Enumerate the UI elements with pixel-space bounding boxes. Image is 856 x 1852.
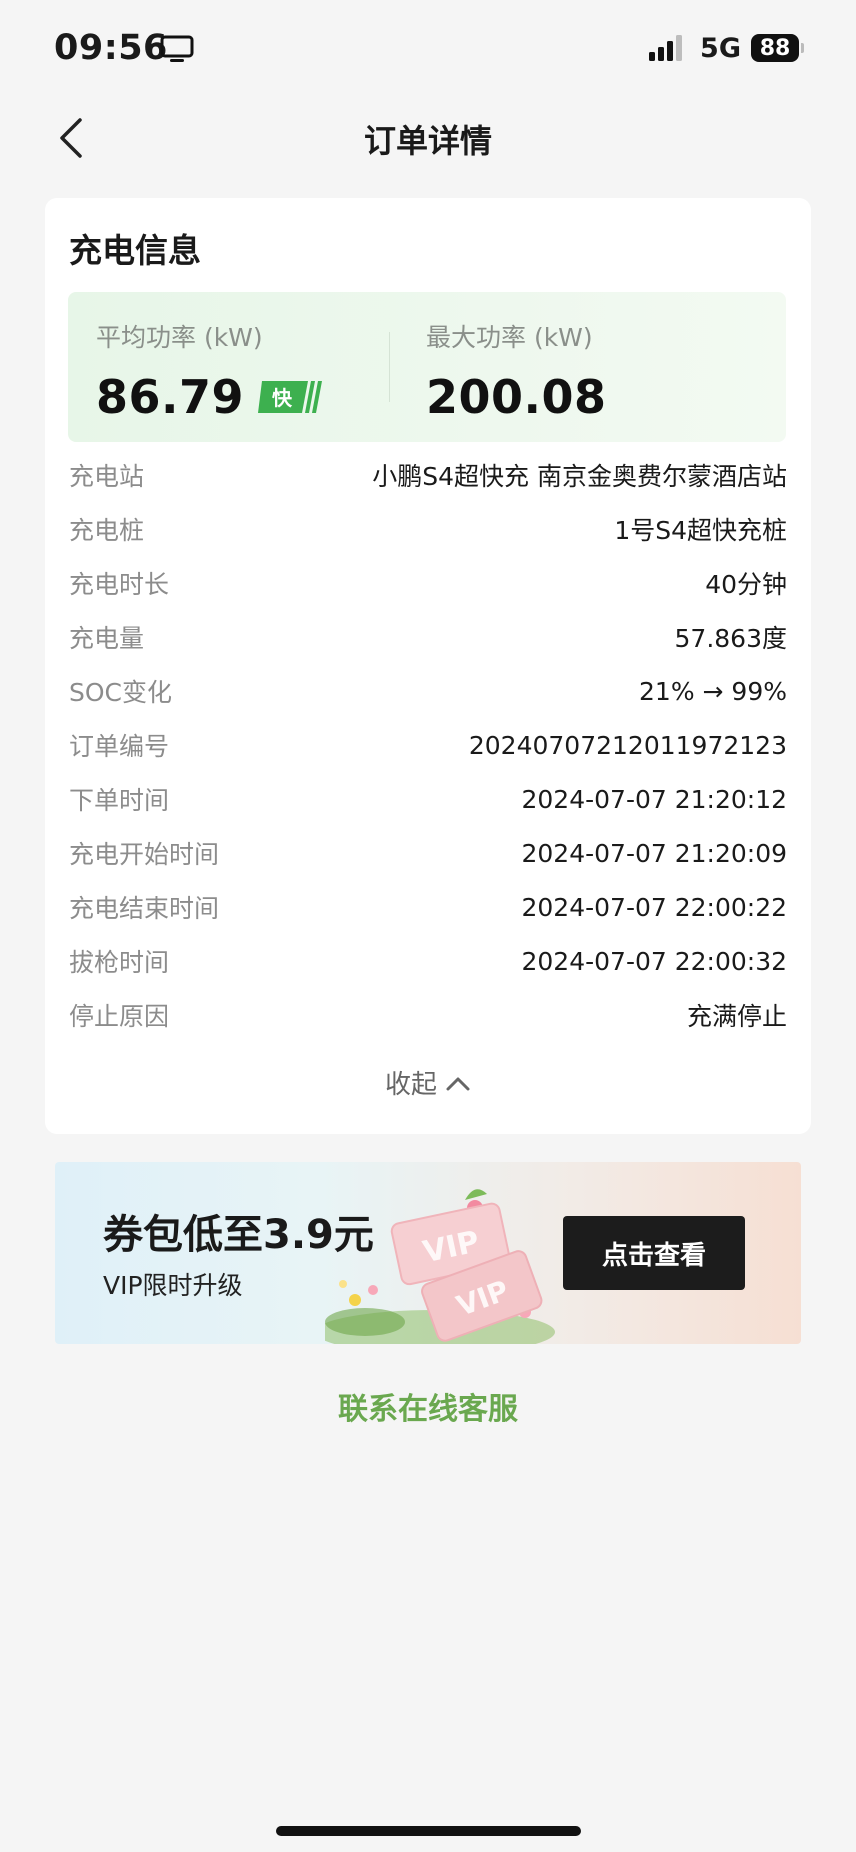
info-value: 2024-07-07 22:00:22	[521, 892, 787, 922]
network-label: 5G	[700, 32, 741, 64]
info-label: 停止原因	[69, 1002, 170, 1031]
info-row-soc: SOC变化 21% → 99%	[69, 664, 787, 718]
info-row-order-id: 订单编号 20240707212011972123	[69, 718, 787, 772]
info-value: 21% → 99%	[639, 676, 787, 706]
max-power-value: 200.08	[426, 370, 607, 424]
info-label: 拔枪时间	[69, 948, 170, 977]
info-value: 2024-07-07 22:00:32	[521, 946, 787, 976]
view-button[interactable]: 点击查看	[563, 1216, 745, 1290]
info-row-station: 充电站 小鹏S4超快充 南京金奥费尔蒙酒店站	[69, 448, 787, 502]
info-label: 充电桩	[69, 516, 145, 545]
screen-mirror-icon	[160, 35, 194, 62]
avg-power-label: 平均功率 (kW)	[96, 323, 263, 352]
info-value: 充满停止	[686, 1002, 787, 1031]
info-label: SOC变化	[69, 678, 173, 707]
info-row-pile: 充电桩 1号S4超快充桩	[69, 502, 787, 556]
charging-info-card: 充电信息 平均功率 (kW) 86.79 快 最大功率 (kW) 200.08	[45, 198, 811, 1134]
avg-power: 平均功率 (kW) 86.79 快	[96, 318, 324, 424]
info-value: 1号S4超快充桩	[614, 516, 787, 545]
info-label: 充电量	[69, 624, 145, 653]
avg-power-value: 86.79	[96, 370, 245, 424]
vip-coupon-illustration: VIP VIP	[325, 1189, 555, 1344]
status-bar: 09:56 5G 88	[0, 0, 856, 96]
power-summary: 平均功率 (kW) 86.79 快 最大功率 (kW) 200.08	[68, 292, 786, 442]
collapse-button[interactable]: 收起	[45, 1064, 811, 1101]
info-value: 40分钟	[705, 570, 787, 599]
info-label: 充电结束时间	[69, 894, 220, 923]
info-value: 2024-07-07 21:20:12	[521, 784, 787, 814]
info-row-end-time: 充电结束时间 2024-07-07 22:00:22	[69, 880, 787, 934]
info-row-unplug-time: 拔枪时间 2024-07-07 22:00:32	[69, 934, 787, 988]
info-label: 充电时长	[69, 570, 170, 599]
max-power-label: 最大功率 (kW)	[426, 323, 593, 352]
card-title: 充电信息	[69, 231, 201, 270]
battery-icon: 88	[751, 34, 804, 62]
power-divider	[389, 332, 390, 402]
home-indicator[interactable]	[276, 1826, 581, 1836]
info-value: 20240707212011972123	[468, 730, 787, 760]
info-label: 充电站	[69, 462, 145, 491]
contact-support-link[interactable]: 联系在线客服	[0, 1384, 856, 1428]
info-value: 小鹏S4超快充 南京金奥费尔蒙酒店站	[372, 462, 787, 491]
info-label: 下单时间	[69, 786, 170, 815]
chevron-up-icon	[446, 1077, 470, 1090]
vip-promo-banner[interactable]: 券包低至3.9元 VIP限时升级 VIP VIP 点击查看	[55, 1162, 801, 1344]
nav-bar: 订单详情	[0, 100, 856, 176]
info-row-duration: 充电时长 40分钟	[69, 556, 787, 610]
fast-charge-badge: 快	[258, 381, 323, 413]
info-row-energy: 充电量 57.863度	[69, 610, 787, 664]
signal-icon	[649, 35, 683, 61]
info-value: 2024-07-07 21:20:09	[521, 838, 787, 868]
info-row-start-time: 充电开始时间 2024-07-07 21:20:09	[69, 826, 787, 880]
max-power: 最大功率 (kW) 200.08	[426, 318, 607, 424]
info-label: 订单编号	[69, 732, 170, 761]
banner-subtitle: VIP限时升级	[103, 1271, 243, 1300]
status-time: 09:56	[54, 28, 168, 68]
info-list: 充电站 小鹏S4超快充 南京金奥费尔蒙酒店站 充电桩 1号S4超快充桩 充电时长…	[69, 448, 787, 1042]
battery-level: 88	[751, 34, 799, 62]
info-value: 57.863度	[674, 624, 787, 653]
fast-badge-text: 快	[272, 386, 293, 410]
info-row-stop-reason: 停止原因 充满停止	[69, 988, 787, 1042]
collapse-label: 收起	[384, 1070, 437, 1100]
page-title: 订单详情	[363, 122, 492, 160]
info-label: 充电开始时间	[69, 840, 220, 869]
info-row-order-time: 下单时间 2024-07-07 21:20:12	[69, 772, 787, 826]
